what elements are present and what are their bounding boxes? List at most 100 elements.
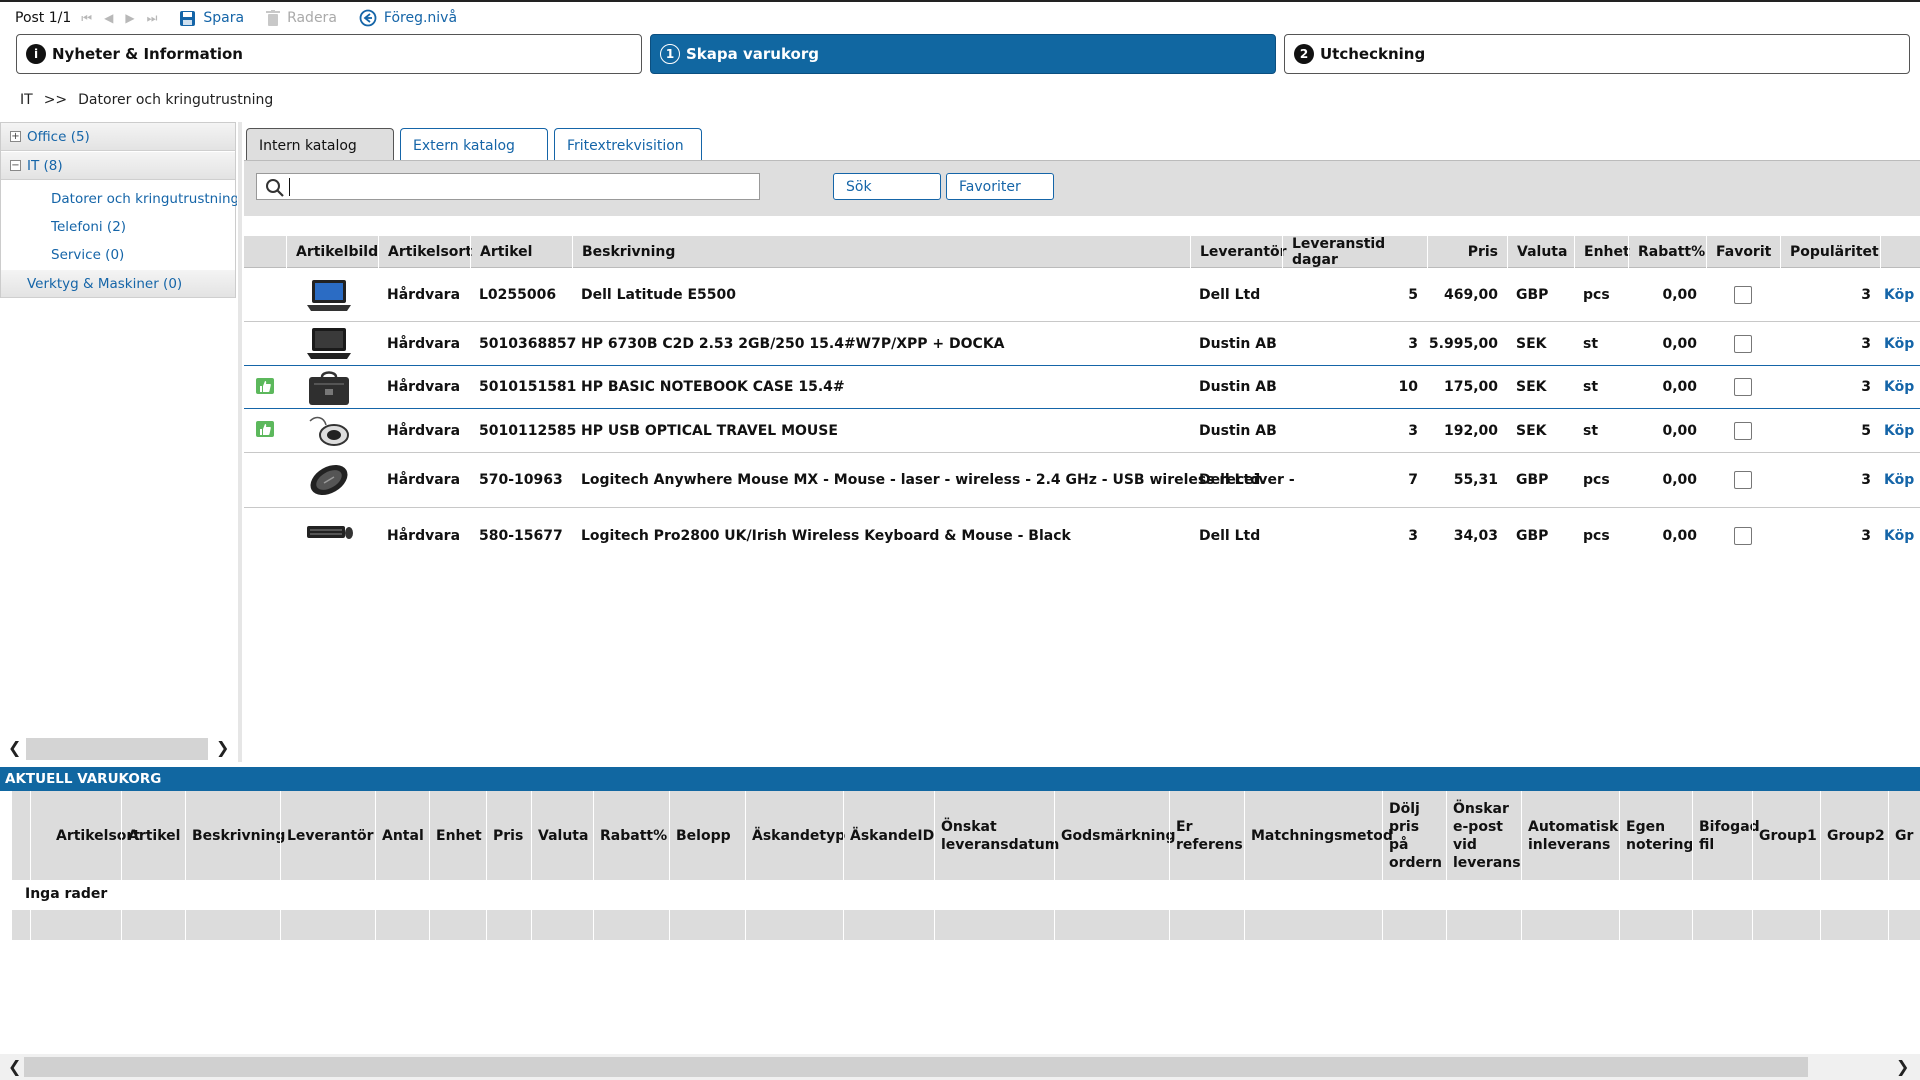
column-header[interactable]: Valuta xyxy=(531,791,593,880)
buy-link[interactable]: Köp xyxy=(1880,366,1914,408)
buy-link[interactable]: Köp xyxy=(1880,268,1914,321)
article-description[interactable]: Logitech Pro2800 UK/Irish Wireless Keybo… xyxy=(572,508,1071,564)
tree-item-it[interactable]: − IT (8) xyxy=(1,152,235,180)
search-input[interactable] xyxy=(256,173,760,200)
column-header[interactable]: Favorit xyxy=(1706,236,1780,268)
column-header[interactable]: Gr xyxy=(1888,791,1920,880)
column-header[interactable]: Beskrivning xyxy=(572,236,1190,268)
column-header[interactable]: Group1 xyxy=(1752,791,1820,880)
scroll-left-icon[interactable]: ❮ xyxy=(8,738,21,757)
scroll-right-icon[interactable]: ❯ xyxy=(216,738,229,757)
scroll-thumb[interactable] xyxy=(26,738,208,760)
column-header[interactable]: Äskandetyp xyxy=(745,791,845,880)
info-icon: i xyxy=(26,44,46,64)
discount: 0,00 xyxy=(1662,335,1697,352)
column-header[interactable]: Enhet xyxy=(429,791,486,880)
previous-record-icon[interactable]: ◀ xyxy=(104,11,113,26)
column-header[interactable]: Matchningsmetod xyxy=(1244,791,1393,880)
article-type: Hårdvara xyxy=(387,379,461,395)
table-row[interactable]: Hårdvara 5010368857 HP 6730B C2D 2.53 2G… xyxy=(244,322,1920,366)
record-navigation: ⏮ ◀ ▶ ⏭ xyxy=(81,11,157,26)
column-header[interactable]: Artikel xyxy=(470,236,574,268)
search-button[interactable]: Sök xyxy=(833,173,941,200)
favorite-checkbox[interactable] xyxy=(1734,285,1752,304)
toolbar: Post 1/1 ⏮ ◀ ▶ ⏭ Spara Radera Föreg.nivå xyxy=(0,0,1920,34)
column-header[interactable]: ÄskandeID xyxy=(843,791,934,880)
tab-extern-katalog[interactable]: Extern katalog xyxy=(400,128,548,160)
column-header[interactable]: Pris xyxy=(486,791,531,880)
favorite-checkbox[interactable] xyxy=(1734,421,1752,440)
article-description[interactable]: HP BASIC NOTEBOOK CASE 15.4# xyxy=(572,366,845,408)
column-header[interactable]: Beskrivning xyxy=(185,791,285,880)
column-header[interactable]: Rabatt% xyxy=(1628,236,1706,268)
column-header[interactable]: Leverantör xyxy=(280,791,375,880)
column-header[interactable]: Godsmärkning xyxy=(1054,791,1175,880)
column-header[interactable]: Populäritet xyxy=(1780,236,1880,268)
previous-level-button[interactable]: Föreg.nivå xyxy=(359,9,457,27)
tree-item-label: Verktyg & Maskiner (0) xyxy=(27,275,183,292)
step-create-cart[interactable]: 1 Skapa varukorg xyxy=(650,34,1276,74)
column-header[interactable]: Artikelsort xyxy=(30,791,140,880)
buy-link[interactable]: Köp xyxy=(1880,322,1914,365)
tree-item-office[interactable]: + Office (5) xyxy=(1,123,235,151)
column-header[interactable]: Egen notering xyxy=(1619,791,1693,880)
article-description[interactable]: Logitech Anywhere Mouse MX - Mouse - las… xyxy=(572,453,1295,507)
column-header[interactable]: Artikel xyxy=(121,791,185,880)
tree-item-telefoni[interactable]: Telefoni (2) xyxy=(51,219,237,235)
panel-divider[interactable] xyxy=(238,122,242,762)
column-header[interactable]: Antal xyxy=(375,791,429,880)
column-header[interactable]: Enhet xyxy=(1574,236,1630,268)
buy-link[interactable]: Köp xyxy=(1880,453,1914,507)
scroll-left-icon[interactable]: ❮ xyxy=(8,1057,21,1076)
column-header[interactable]: Er referens xyxy=(1169,791,1244,880)
tree-item-service[interactable]: Service (0) xyxy=(51,247,237,263)
tree-horizontal-scrollbar[interactable]: ❮ ❯ xyxy=(0,736,236,762)
favorite-checkbox[interactable] xyxy=(1734,334,1752,353)
column-header[interactable]: Dölj pris på ordern xyxy=(1382,791,1446,880)
table-row[interactable]: Hårdvara 5010151581 HP BASIC NOTEBOOK CA… xyxy=(244,366,1920,409)
column-header[interactable]: Valuta xyxy=(1507,236,1574,268)
tab-intern-katalog[interactable]: Intern katalog xyxy=(246,128,394,160)
column-header[interactable]: Belopp xyxy=(669,791,745,880)
article-description[interactable]: HP USB OPTICAL TRAVEL MOUSE xyxy=(572,409,838,452)
column-header[interactable]: Artikelsort xyxy=(378,236,472,268)
last-record-icon[interactable]: ⏭ xyxy=(147,11,158,26)
column-header[interactable]: Automatisk inleverans xyxy=(1521,791,1619,880)
cart-horizontal-scrollbar[interactable]: ❮ ❯ xyxy=(0,1054,1920,1080)
tree-item-verktyg[interactable]: Verktyg & Maskiner (0) xyxy=(1,270,235,298)
step-checkout[interactable]: 2 Utcheckning xyxy=(1284,34,1910,74)
first-record-icon[interactable]: ⏮ xyxy=(81,11,92,26)
favorites-button[interactable]: Favoriter xyxy=(946,173,1054,200)
delete-button[interactable]: Radera xyxy=(266,9,337,27)
tab-fritextrekvisition[interactable]: Fritextrekvisition xyxy=(554,128,702,160)
favorite-checkbox[interactable] xyxy=(1734,378,1752,396)
table-row[interactable]: Hårdvara L0255006 Dell Latitude E5500 De… xyxy=(244,268,1920,322)
collapse-icon[interactable]: − xyxy=(10,160,21,171)
column-header[interactable]: Önskar e-post vid leverans xyxy=(1446,791,1521,880)
save-button[interactable]: Spara xyxy=(179,10,244,27)
column-header[interactable]: Leveranstid dagar xyxy=(1282,236,1427,268)
mouse-image xyxy=(310,464,348,496)
table-row[interactable]: Hårdvara 570-10963 Logitech Anywhere Mou… xyxy=(244,453,1920,508)
scroll-thumb[interactable] xyxy=(24,1057,1808,1077)
scroll-right-icon[interactable]: ❯ xyxy=(1896,1057,1909,1076)
favorite-checkbox[interactable] xyxy=(1734,527,1752,545)
column-header[interactable]: Önskat leveransdatum xyxy=(934,791,1059,880)
next-record-icon[interactable]: ▶ xyxy=(125,11,134,26)
column-header[interactable]: Rabatt% xyxy=(593,791,681,880)
column-header[interactable]: Leverantör xyxy=(1190,236,1287,268)
column-header[interactable]: Pris xyxy=(1427,236,1507,268)
column-header[interactable]: Group2 xyxy=(1820,791,1888,880)
breadcrumb-root[interactable]: IT xyxy=(20,92,33,108)
buy-link[interactable]: Köp xyxy=(1880,409,1914,452)
article-description[interactable]: Dell Latitude E5500 xyxy=(572,268,736,321)
tree-item-datorer[interactable]: Datorer och kringutrustning (6) xyxy=(51,191,237,207)
table-row[interactable]: Hårdvara 580-15677 Logitech Pro2800 UK/I… xyxy=(244,508,1920,564)
expand-icon[interactable]: + xyxy=(10,131,21,142)
buy-link[interactable]: Köp xyxy=(1880,508,1914,564)
column-header[interactable]: Artikelbild xyxy=(286,236,378,268)
table-row[interactable]: Hårdvara 5010112585 HP USB OPTICAL TRAVE… xyxy=(244,409,1920,453)
article-description[interactable]: HP 6730B C2D 2.53 2GB/250 15.4#W7P/XPP +… xyxy=(572,322,1005,365)
favorite-checkbox[interactable] xyxy=(1734,471,1752,489)
step-news[interactable]: i Nyheter & Information xyxy=(16,34,642,74)
